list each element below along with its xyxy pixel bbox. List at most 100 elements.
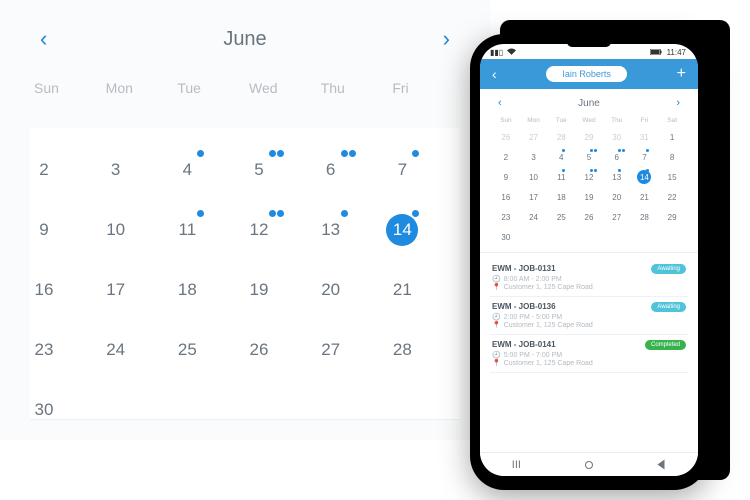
calendar-day[interactable]: 17 [102,274,174,300]
mobile-day-number: 14 [637,170,651,184]
job-location-row: 📍Customer 1, 125 Cape Road [492,321,686,329]
mobile-weekday-header: SunMonTueWedThuFriSat [492,117,686,124]
day-number: 3 [100,154,132,186]
job-time-row: 🕘2:00 PM - 5:00 PM [492,313,686,321]
calendar-day[interactable]: 7 [388,154,460,180]
calendar-day[interactable]: 16 [30,274,102,300]
calendar-day[interactable]: 21 [388,274,460,300]
calendar-day[interactable]: 3 [102,154,174,180]
mobile-calendar-day[interactable]: 26 [492,130,520,145]
calendar-day[interactable]: 23 [30,334,102,360]
weekday-label: Tue [173,80,245,96]
mobile-calendar-day[interactable]: 7 [631,150,659,165]
job-location: Customer 1, 125 Cape Road [504,284,593,291]
status-icons-left: ▮▮▯ [490,48,518,57]
job-card[interactable]: EWM - JOB-0136🕘2:00 PM - 5:00 PM📍Custome… [490,297,688,335]
mobile-calendar-day[interactable]: 3 [520,150,548,165]
nav-back-icon[interactable] [658,460,665,470]
mobile-calendar-day[interactable]: 4 [547,150,575,165]
nav-home-icon[interactable] [585,461,593,469]
calendar-day[interactable]: 19 [245,274,317,300]
mobile-calendar-day[interactable]: 28 [631,210,659,225]
mobile-calendar-day[interactable]: 23 [492,210,520,225]
event-dot-icon [412,150,419,157]
mobile-calendar-day[interactable]: 30 [603,130,631,145]
mobile-calendar-day[interactable]: 2 [492,150,520,165]
mobile-calendar-day[interactable]: 11 [547,170,575,185]
calendar-day[interactable]: 5 [245,154,317,180]
mobile-calendar-day[interactable]: 19 [575,190,603,205]
mobile-calendar-day[interactable]: 22 [658,190,686,205]
mobile-calendar-day[interactable]: 17 [520,190,548,205]
calendar-day[interactable]: 12 [245,214,317,240]
nav-recent-icon[interactable]: III [512,459,521,471]
calendar-day[interactable]: 26 [245,334,317,360]
calendar-day[interactable]: 20 [317,274,389,300]
mobile-calendar-week: 16 17 18 19202122 [492,190,686,205]
calendar-day [317,394,389,420]
mobile-calendar-day[interactable]: 29 [658,210,686,225]
mobile-calendar-day[interactable]: 15 [658,170,686,185]
mobile-calendar-day[interactable]: 26 [575,210,603,225]
calendar-day [245,394,317,420]
day-number: 17 [100,274,132,306]
calendar-day[interactable]: 28 [388,334,460,360]
event-dot-icon [197,210,204,217]
mobile-calendar-day[interactable]: 27 [603,210,631,225]
mobile-calendar-day[interactable]: 5 [575,150,603,165]
mobile-calendar-day[interactable]: 27 [520,130,548,145]
mobile-day-number: 30 [610,130,624,144]
next-month-icon[interactable]: › [443,26,450,52]
event-dot-icon [277,210,284,217]
calendar-day[interactable]: 14 [388,214,460,240]
mobile-calendar-day[interactable]: 29 [575,130,603,145]
calendar-day[interactable]: 25 [173,334,245,360]
mobile-calendar-day[interactable]: 25 [547,210,575,225]
calendar-day[interactable]: 30 [30,394,102,420]
job-location-row: 📍Customer 1, 125 Cape Road [492,283,686,291]
calendar-day[interactable]: 24 [102,334,174,360]
calendar-day[interactable]: 6 [317,154,389,180]
mobile-calendar-day[interactable]: 14 [631,170,659,185]
mobile-calendar-day[interactable]: 28 [547,130,575,145]
prev-month-icon[interactable]: ‹ [40,26,47,52]
add-icon[interactable]: + [677,65,686,83]
mobile-calendar-day[interactable]: 9 [492,170,520,185]
mobile-calendar-day[interactable]: 18 [547,190,575,205]
job-card[interactable]: EWM - JOB-0131🕘8:00 AM - 2:00 PM📍Custome… [490,259,688,297]
day-number: 20 [315,274,347,306]
calendar-day[interactable]: 18 [173,274,245,300]
mobile-calendar-day[interactable]: 31 [631,130,659,145]
mobile-calendar-day[interactable]: 21 [631,190,659,205]
calendar-day[interactable]: 4 [173,154,245,180]
mobile-calendar-day[interactable]: 24 [520,210,548,225]
mobile-calendar-day[interactable]: 12 [575,170,603,185]
calendar-week: 161718192021 [30,274,460,300]
mobile-calendar-day[interactable]: 13 [603,170,631,185]
job-card[interactable]: EWM - JOB-0141🕘5:00 PM - 7:00 PM📍Custome… [490,335,688,373]
back-icon[interactable]: ‹ [492,66,497,82]
mobile-calendar-day[interactable]: 8 [658,150,686,165]
mobile-calendar-day[interactable]: 1 [658,130,686,145]
mobile-calendar-day[interactable]: 20 [603,190,631,205]
calendar-day[interactable]: 11 [173,214,245,240]
calendar-day[interactable]: 13 [317,214,389,240]
mobile-calendar-day[interactable]: 16 [492,190,520,205]
calendar-day[interactable]: 10 [102,214,174,240]
mobile-calendar-day[interactable]: 6 [603,150,631,165]
mobile-next-month-icon[interactable]: › [676,97,680,109]
calendar-day[interactable]: 2 [30,154,102,180]
mobile-day-number: 8 [665,150,679,164]
mobile-day-number: 18 [554,190,568,204]
mobile-calendar-day[interactable]: 30 [492,230,520,245]
mobile-prev-month-icon[interactable]: ‹ [498,97,502,109]
mobile-calendar-day[interactable]: 10 [520,170,548,185]
mobile-day-number: 17 [527,190,541,204]
user-pill[interactable]: Iain Roberts [546,66,627,82]
calendar-day[interactable]: 9 [30,214,102,240]
mobile-day-number: 31 [637,130,651,144]
calendar-day[interactable]: 27 [317,334,389,360]
clock-icon: 🕘 [492,351,501,359]
calendar-day [388,394,460,420]
job-time-row: 🕘8:00 AM - 2:00 PM [492,275,686,283]
